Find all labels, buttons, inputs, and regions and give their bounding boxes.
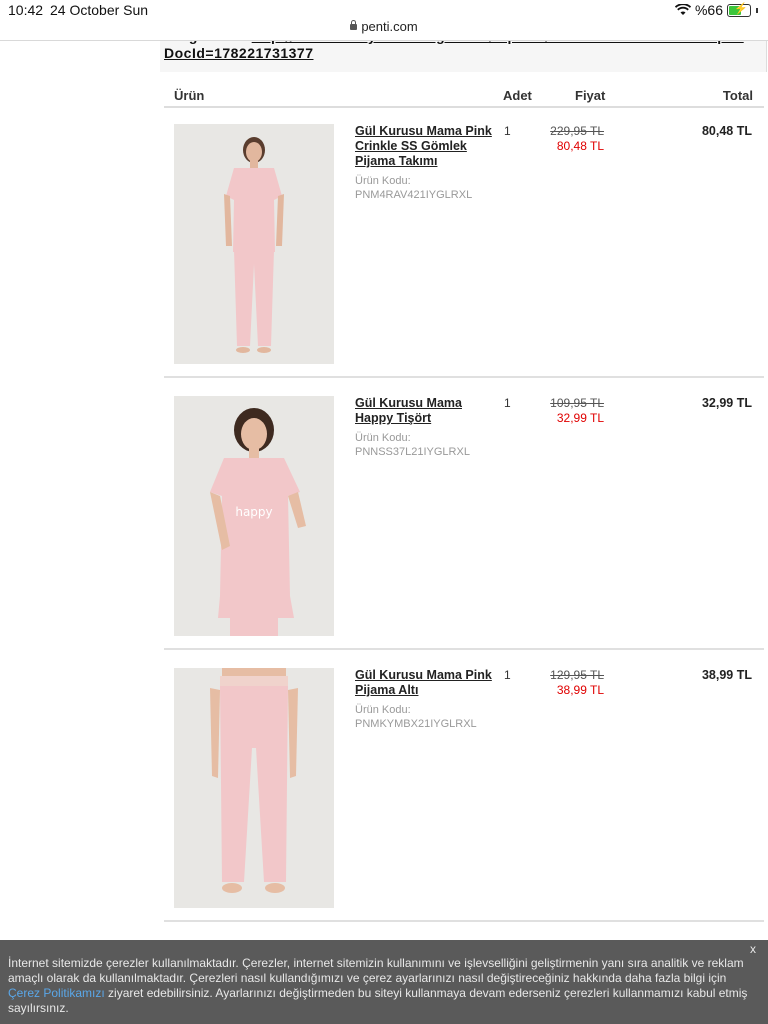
product-name-link[interactable]: Gül Kurusu Mama Pink Pijama Altı <box>355 668 495 698</box>
status-date: 24 October Sun <box>50 2 149 18</box>
product-name-link[interactable]: Gül Kurusu Mama Pink Crinkle SS Gömlek P… <box>355 124 495 169</box>
product-old-price: 229,95 TL <box>550 124 604 138</box>
product-code-label: Ürün Kodu: <box>355 704 411 716</box>
status-time: 10:42 <box>8 2 44 18</box>
product-image[interactable]: happy <box>174 396 334 636</box>
product-sale-price: 80,48 TL <box>556 139 604 153</box>
battery-charging-icon: ⚡ <box>727 3 751 17</box>
product-photo-pajama-set <box>174 124 334 364</box>
status-bar: 10:42 24 October Sun %66 ⚡ penti.com <box>0 0 768 41</box>
header-total: Total <box>722 88 753 103</box>
product-code-label: Ürün Kodu: <box>355 432 411 444</box>
product-total: 80,48 TL <box>701 124 752 138</box>
order-item-row: Gül Kurusu Mama Pink Crinkle SS Gömlek P… <box>164 104 764 378</box>
product-code: PNM4RAV421IYGLRXL <box>355 189 473 201</box>
product-code: PNNSS37L21IYGLRXL <box>355 446 470 458</box>
product-qty: 1 <box>504 668 511 682</box>
product-old-price: 129,95 TL <box>550 668 604 682</box>
product-sale-price: 38,99 TL <box>556 683 604 697</box>
url-text: penti.com <box>361 19 418 34</box>
product-qty: 1 <box>504 396 511 410</box>
product-image[interactable] <box>174 668 334 908</box>
header-price: Fiyat <box>575 88 606 103</box>
header-qty: Adet <box>503 88 532 103</box>
page-content: Kargo Link: http://selfservis.yurticikar… <box>0 0 768 1024</box>
product-code-label: Ürün Kodu: <box>355 175 411 187</box>
order-item-row: Gül Kurusu Mama Pink Pijama Altı Ürün Ko… <box>164 648 764 922</box>
lock-icon <box>350 20 358 30</box>
product-sale-price: 32,99 TL <box>556 411 604 425</box>
product-code: PNMKYMBX21IYGLRXL <box>355 718 477 730</box>
cookie-text-part1: İnternet sitemizde çerezler kullanılmakt… <box>8 956 744 985</box>
header-product: Ürün <box>174 88 205 103</box>
svg-text:happy: happy <box>235 505 272 519</box>
cookie-text-part2: ziyaret edebilirsiniz. Ayarlarınızı deği… <box>8 986 748 1015</box>
product-total: 38,99 TL <box>701 668 752 682</box>
product-total: 32,99 TL <box>701 396 752 410</box>
product-name-link[interactable]: Gül Kurusu Mama Happy Tişört <box>355 396 495 426</box>
product-photo-pajama-pants <box>174 668 334 908</box>
product-qty: 1 <box>504 124 511 138</box>
cookie-banner: x İnternet sitemizde çerezler kullanılma… <box>0 940 768 1024</box>
cookie-close-button[interactable]: x <box>750 942 756 957</box>
order-item-row: happy Gül Kurusu Mama Happy Tişört Ürün … <box>164 376 764 650</box>
product-image[interactable] <box>174 124 334 364</box>
cookie-text: İnternet sitemizde çerezler kullanılmakt… <box>8 956 760 1016</box>
product-old-price: 109,95 TL <box>550 396 604 410</box>
status-indicators: %66 ⚡ <box>674 2 758 18</box>
cookie-policy-link[interactable]: Çerez Politikamızı <box>8 986 105 1000</box>
wifi-icon <box>674 4 691 15</box>
address-bar[interactable]: penti.com <box>0 19 768 34</box>
product-photo-tshirt: happy <box>174 396 334 636</box>
kargo-link-line2: DocId=178221731377 <box>164 45 314 61</box>
battery-percent: %66 <box>694 2 723 18</box>
